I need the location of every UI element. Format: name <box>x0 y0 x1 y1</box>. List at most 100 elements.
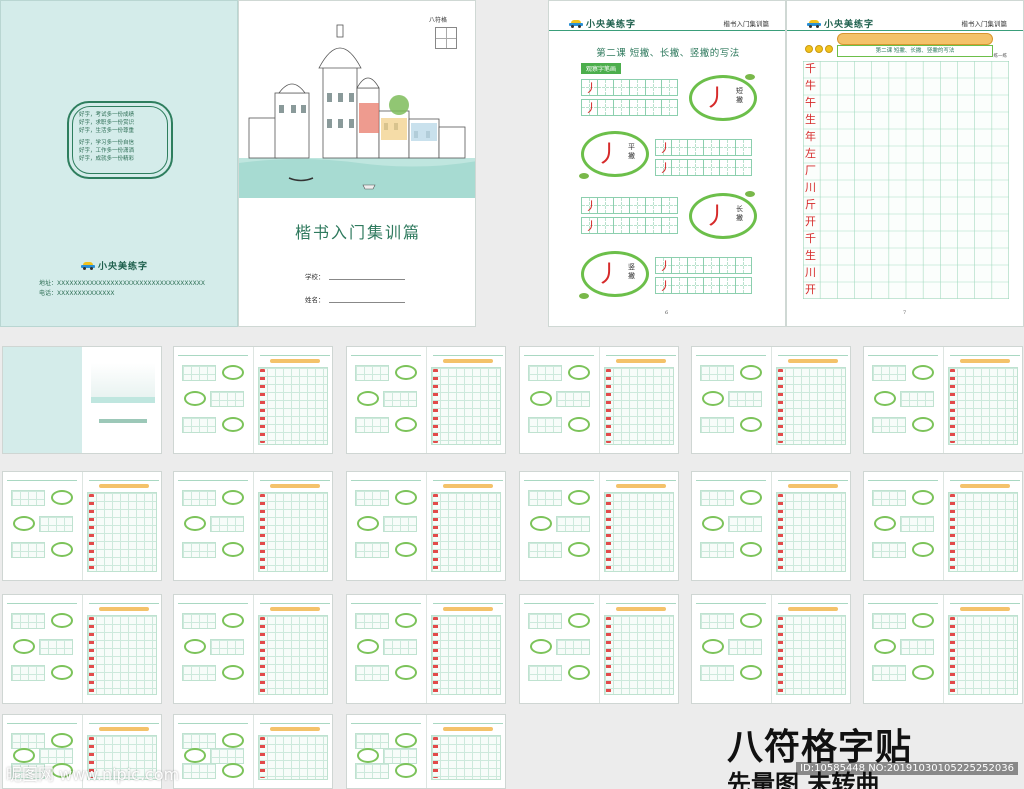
writing-cell: 丿 <box>655 159 672 176</box>
stroke-glyph: 丿 <box>585 199 598 213</box>
badge-label: 长撇 <box>736 205 743 222</box>
writing-cell <box>719 277 736 294</box>
page-thumbnail[interactable] <box>863 346 1023 454</box>
page-thumbnail[interactable] <box>691 346 851 454</box>
writing-cell <box>735 159 752 176</box>
writing-cell <box>703 277 720 294</box>
venice-illustration <box>239 24 475 198</box>
stroke-glyph: 丿 <box>659 259 672 273</box>
page-thumbnail[interactable] <box>173 346 333 454</box>
writing-cell: 丿 <box>655 277 672 294</box>
badge-label: 平撇 <box>628 143 635 160</box>
page-thumbnail[interactable] <box>346 346 506 454</box>
motto-line: 好字，成就多一份精彩 <box>79 156 135 163</box>
writing-cell <box>645 217 662 234</box>
writing-cell <box>597 79 614 96</box>
page-thumbnail[interactable] <box>519 346 679 454</box>
practice-label: 练一练 <box>993 54 1008 59</box>
brand-name: 小央美练字 <box>824 20 875 30</box>
page-thumbnail[interactable] <box>2 471 162 581</box>
practice-row: 丿 <box>655 277 752 294</box>
phone-text: 电话：XXXXXXXXXXXXXX <box>39 290 115 297</box>
writing-cell <box>645 79 662 96</box>
writing-cell <box>629 99 646 116</box>
practice-char: 午 <box>805 96 816 109</box>
site-watermark: 昵图网 www.nipic.com <box>6 765 180 784</box>
writing-cell <box>719 159 736 176</box>
motto-frame: 好字，考试多一份成绩 好字，求职多一份赏识 好字，生活多一份尊重 好字，学习多一… <box>67 101 173 179</box>
writing-cell <box>687 257 704 274</box>
stroke-badge: 丿 短撇 <box>689 75 757 121</box>
practice-char: 川 <box>805 266 816 279</box>
page-thumbnail[interactable] <box>519 594 679 704</box>
page-thumbnail[interactable] <box>691 471 851 581</box>
practice-char: 生 <box>805 113 816 126</box>
practice-row: 丿 <box>581 79 678 96</box>
page-thumbnail[interactable] <box>346 471 506 581</box>
page-thumbnail[interactable] <box>863 471 1023 581</box>
writing-cell <box>735 277 752 294</box>
page-thumbnail[interactable] <box>2 594 162 704</box>
stroke-glyph: 丿 <box>585 81 598 95</box>
stroke-badge: 丿 平撇 <box>581 131 649 177</box>
brand-logo: 小央美练字 <box>569 17 636 30</box>
lesson-page-left: 小央美练字 楷书入门集训篇 第二课 短撇、长撇、竖撇的写法 观察字笔画 丿 丿 … <box>548 0 786 327</box>
writing-cell <box>597 217 614 234</box>
page-thumbnail[interactable] <box>863 594 1023 704</box>
writing-cell <box>645 197 662 214</box>
motto-line: 好字，工作多一份潇洒 <box>79 147 135 154</box>
writing-cell: 丿 <box>581 217 598 234</box>
lesson-page-right: 小央美练字 楷书入门集训篇 第二课 短撇、长撇、竖撇的写法 练一练 7 千牛午生… <box>786 0 1024 327</box>
badge-label: 短撇 <box>736 87 743 104</box>
page-thumbnail[interactable] <box>2 346 162 454</box>
preview-canvas: 好字，考试多一份成绩 好字，求职多一份赏识 好字，生活多一份尊重 好字，学习多一… <box>0 0 1024 789</box>
badge-glyph: 丿 <box>704 202 728 230</box>
car-icon <box>807 19 821 28</box>
writing-cell <box>719 257 736 274</box>
writing-cell <box>629 79 646 96</box>
id-watermark: ID:10585448 NO:20191030105225252036 <box>796 762 1018 775</box>
observe-tag: 观察字笔画 <box>581 63 622 74</box>
page-thumbnail[interactable] <box>691 594 851 704</box>
writing-cell <box>661 217 678 234</box>
writing-cell <box>597 197 614 214</box>
book-title: 楷书入门集训篇 <box>294 223 421 242</box>
writing-cell: 丿 <box>581 99 598 116</box>
writing-cell <box>613 217 630 234</box>
page-thumbnail[interactable] <box>346 714 506 789</box>
badge-glyph: 丿 <box>704 84 728 112</box>
practice-grid <box>803 61 1009 299</box>
cover-front-page: 八符格 楷书入门集训篇 学校： 姓名： <box>238 0 476 327</box>
name-label: 姓名： <box>305 296 325 304</box>
writing-cell <box>613 197 630 214</box>
practice-char: 年 <box>805 130 816 143</box>
brand-name: 小央美练字 <box>586 20 637 30</box>
smiley-icon <box>825 45 833 53</box>
cartoon-banner <box>837 33 993 45</box>
page-thumbnail[interactable] <box>173 471 333 581</box>
page-thumbnail[interactable] <box>346 594 506 704</box>
practice-char: 牛 <box>805 79 816 92</box>
address-text: 地址：XXXXXXXXXXXXXXXXXXXXXXXXXXXXXXXXXXXX <box>39 280 205 287</box>
motto-line: 好字，求职多一份赏识 <box>79 120 135 127</box>
practice-row: 丿 <box>581 99 678 116</box>
practice-row: 丿 <box>655 159 752 176</box>
practice-char: 千 <box>805 232 816 245</box>
writing-cell <box>703 139 720 156</box>
emoji-row <box>805 45 835 53</box>
writing-cell <box>719 139 736 156</box>
writing-cell <box>671 277 688 294</box>
writing-cell: 丿 <box>655 139 672 156</box>
writing-cell <box>629 217 646 234</box>
page-thumbnail[interactable] <box>173 714 333 789</box>
stroke-glyph: 丿 <box>659 161 672 175</box>
page-thumbnail[interactable] <box>519 471 679 581</box>
page-number: 7 <box>903 310 907 316</box>
page-thumbnail[interactable] <box>173 594 333 704</box>
writing-cell <box>661 79 678 96</box>
car-icon <box>81 261 95 270</box>
writing-cell <box>661 99 678 116</box>
practice-row: 丿 <box>655 257 752 274</box>
writing-cell <box>613 79 630 96</box>
brand-logo: 小央美练字 <box>81 259 148 272</box>
